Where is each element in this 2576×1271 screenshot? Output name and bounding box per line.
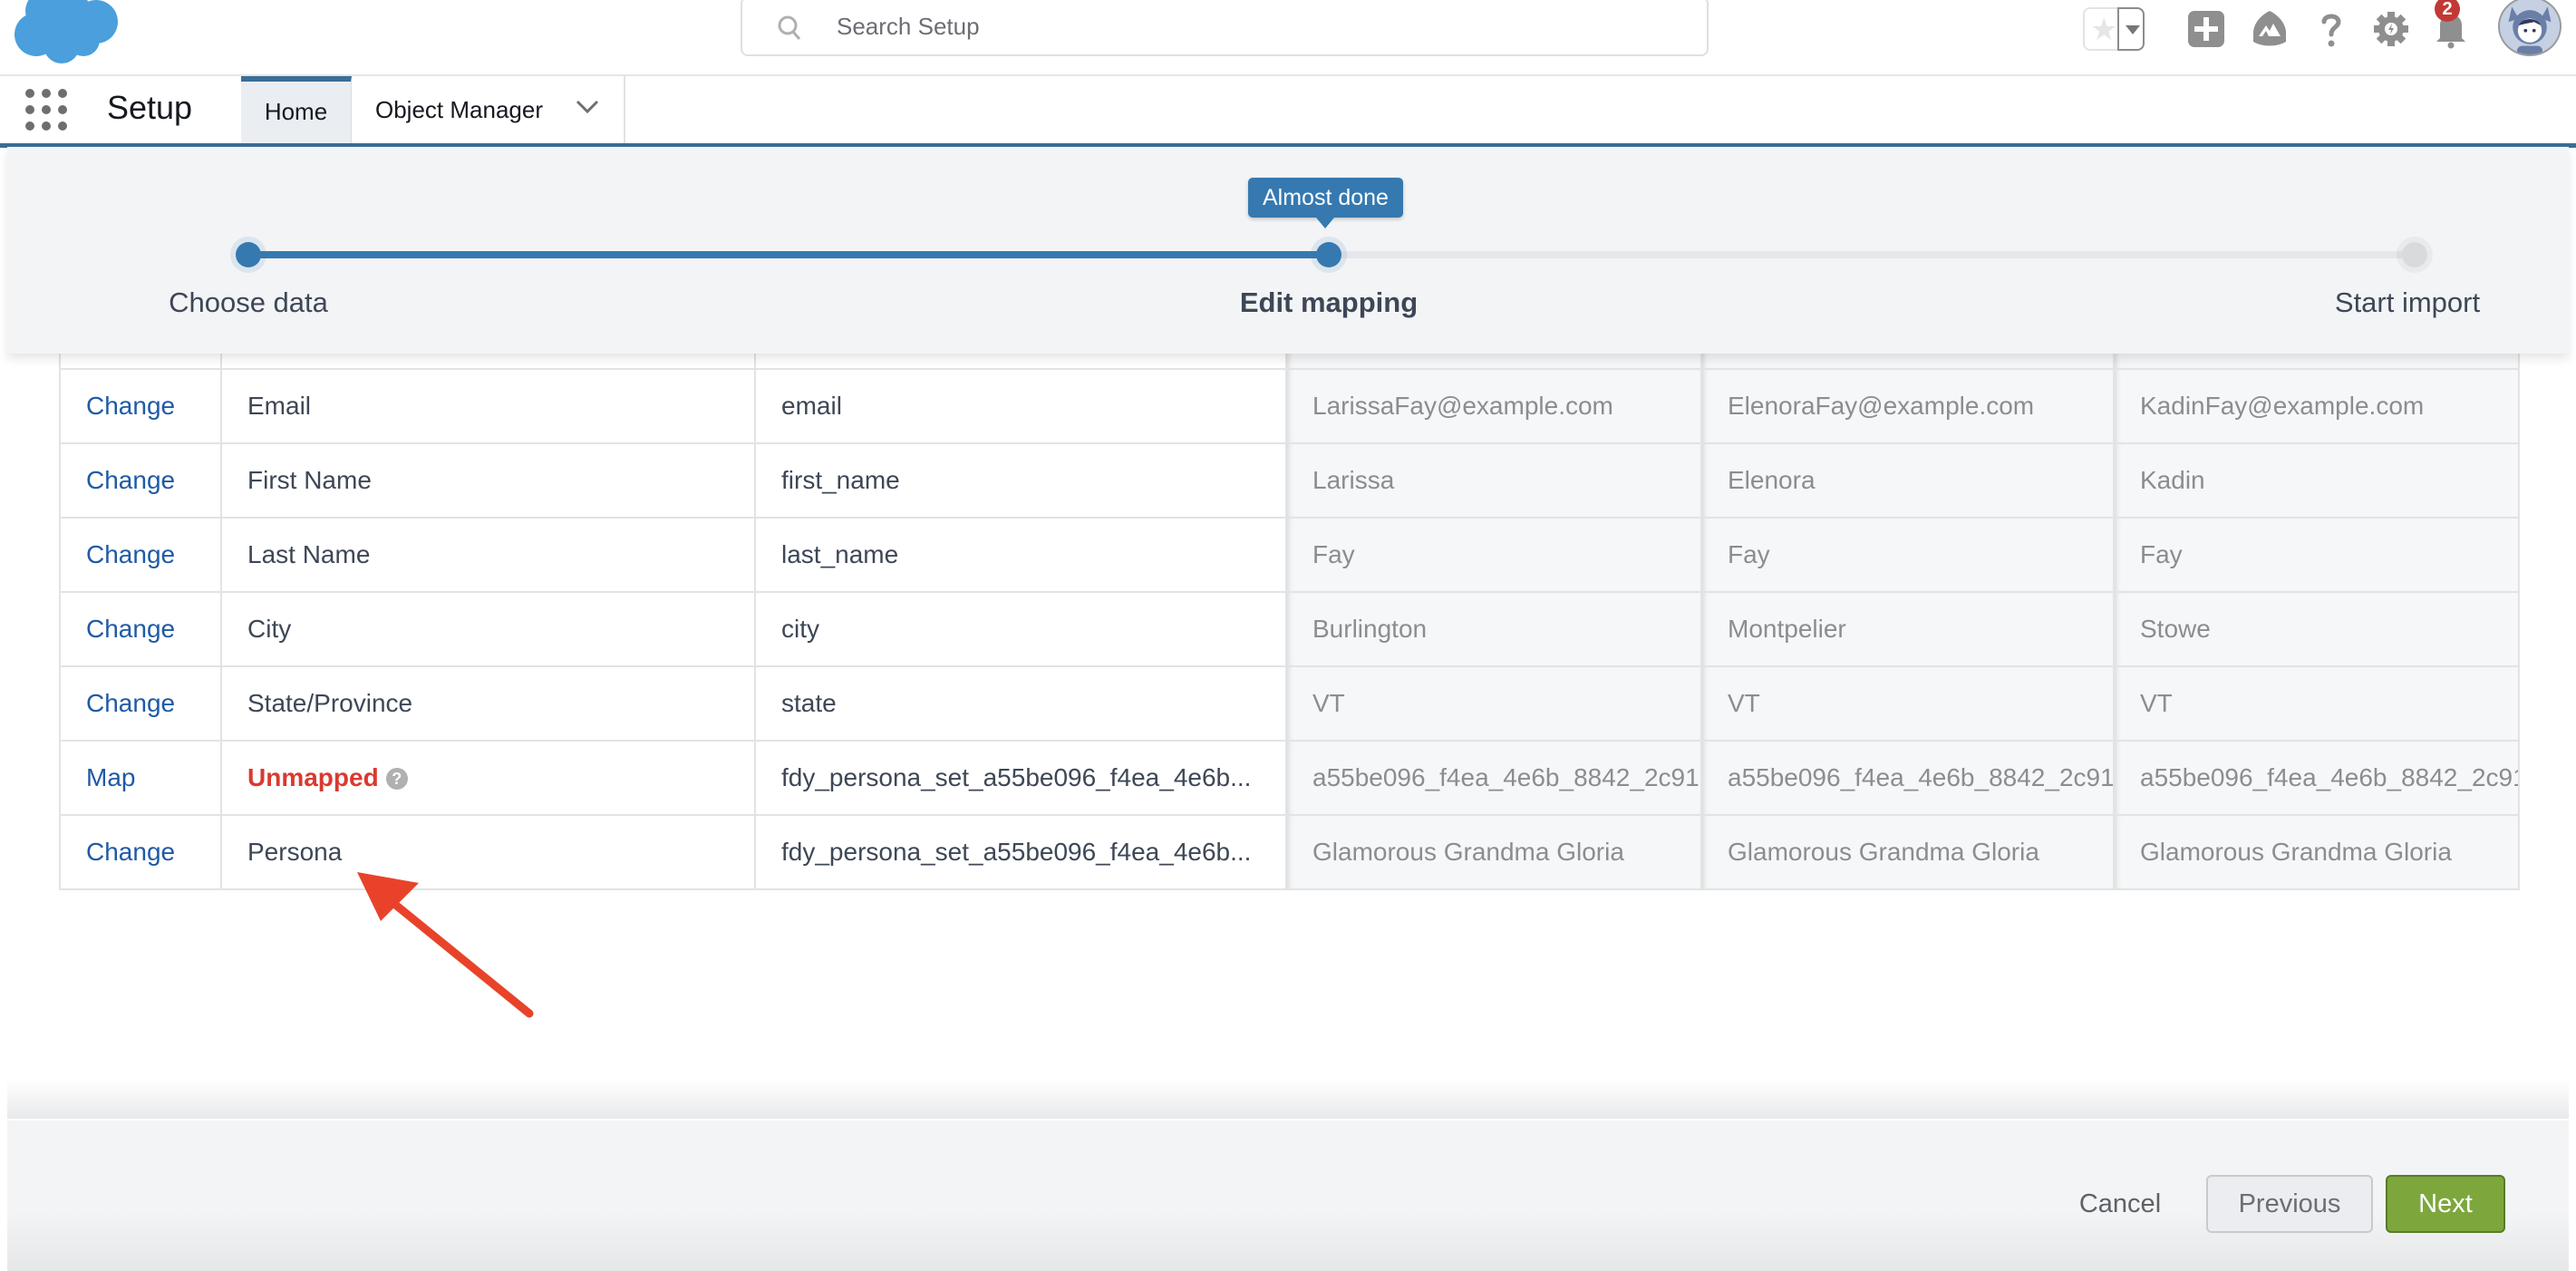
change-link[interactable]: Change (59, 814, 222, 890)
trailhead-icon[interactable] (2250, 9, 2290, 49)
preview-value-cell: Glamorous Grandma Gloria (1700, 814, 2115, 890)
salesforce-field-cell: State/Province (220, 665, 756, 742)
app-name: Setup (107, 89, 193, 126)
preview-value-cell: Fay (2113, 517, 2520, 593)
favorites-button[interactable]: ★ (2083, 7, 2145, 51)
step-dot-edit-mapping[interactable] (1316, 242, 1341, 267)
tab-object-manager[interactable]: Object Manager (352, 76, 625, 143)
preview-value-cell: Montpelier (1700, 591, 2115, 667)
favorites-dropdown-icon[interactable] (2117, 7, 2145, 51)
salesforce-field-cell: Last Name (220, 517, 756, 593)
help-icon[interactable] (2311, 9, 2351, 49)
step-label-start-import: Start import (2334, 286, 2481, 318)
field-name: Persona (247, 838, 343, 866)
progress-fill (248, 251, 1329, 258)
global-header: Search Setup ★ 2 (0, 0, 2576, 76)
csv-column-cell: fdy_persona_set_a55be096_f4ea_4e6b... (754, 814, 1287, 890)
salesforce-field-cell: First Name (220, 442, 756, 519)
user-avatar[interactable] (2498, 0, 2561, 56)
table-row: Change Email email LarissaFay@example.com El… (59, 368, 2520, 444)
progress-tooltip: Almost done (1248, 178, 1403, 228)
app-launcher-icon[interactable] (25, 89, 67, 131)
search-setup-input[interactable]: Search Setup (741, 0, 1709, 56)
preview-value-cell: VT (1700, 665, 2115, 742)
change-link[interactable]: Change (59, 665, 222, 742)
preview-value-cell: Glamorous Grandma Gloria (2113, 814, 2520, 890)
preview-value-cell: ElenoraFay@example.com (1700, 368, 2115, 444)
preview-value-cell: Stowe (2113, 591, 2520, 667)
map-link[interactable]: Map (59, 740, 222, 816)
preview-value-cell: Elenora (1700, 442, 2115, 519)
step-dot-start-import (2402, 242, 2427, 267)
step-label-choose-data: Choose data (169, 286, 328, 318)
preview-value-cell: VT (2113, 665, 2520, 742)
preview-value-cell: LarissaFay@example.com (1285, 368, 1702, 444)
field-name: City (247, 615, 292, 643)
preview-value-cell: Burlington (1285, 591, 1702, 667)
preview-value-cell: VT (1285, 665, 1702, 742)
header-utility-icons: ★ 2 (2083, 0, 2576, 60)
salesforce-field-cell: Unmapped? (220, 740, 756, 816)
csv-column-cell: fdy_persona_set_a55be096_f4ea_4e6b... (754, 740, 1287, 816)
search-icon (778, 15, 801, 40)
wizard-footer: Cancel Previous Next (7, 1121, 2569, 1271)
field-name: State/Province (247, 689, 413, 717)
footer-shadow (7, 1079, 2569, 1119)
table-row: Change City city Burlington Montpelier Stowe (59, 591, 2520, 667)
step-label-edit-mapping: Edit mapping (1239, 286, 1419, 318)
unmapped-label: Unmapped (247, 763, 379, 791)
csv-column-cell: last_name (754, 517, 1287, 593)
cancel-button[interactable]: Cancel (2070, 1175, 2170, 1233)
table-row: Map Unmapped? fdy_persona_set_a55be096_f4e… (59, 740, 2520, 816)
setup-gear-icon[interactable] (2371, 9, 2411, 49)
favorites-star-icon[interactable]: ★ (2090, 12, 2117, 48)
table-row: Change State/Province state VT VT VT (59, 665, 2520, 742)
field-name: First Name (247, 466, 372, 494)
csv-column-cell: email (754, 368, 1287, 444)
table-row: Change First Name first_name Larissa Elenora… (59, 442, 2520, 519)
preview-value-cell: Kadin (2113, 442, 2520, 519)
csv-column-cell: first_name (754, 442, 1287, 519)
help-icon[interactable]: ? (385, 768, 408, 790)
salesforce-field-cell: City (220, 591, 756, 667)
preview-value-cell: a55be096_f4ea_4e6b_8842_2c91 (1700, 740, 2115, 816)
preview-value-cell: KadinFay@example.com (2113, 368, 2520, 444)
global-actions-add-icon[interactable] (2186, 9, 2226, 49)
next-button[interactable]: Next (2386, 1175, 2505, 1233)
setup-nav-bar: Setup Home Object Manager (0, 76, 2576, 148)
search-placeholder: Search Setup (837, 13, 980, 40)
change-link[interactable]: Change (59, 442, 222, 519)
previous-button[interactable]: Previous (2206, 1175, 2373, 1233)
step-dot-choose-data[interactable] (236, 242, 261, 267)
annotation-arrow (357, 872, 534, 1018)
field-name: Email (247, 392, 312, 420)
tab-home[interactable]: Home (241, 76, 352, 143)
preview-value-cell: Fay (1285, 517, 1702, 593)
salesforce-field-cell: Email (220, 368, 756, 444)
preview-value-cell: Fay (1700, 517, 2115, 593)
change-link[interactable]: Change (59, 368, 222, 444)
field-name: Last Name (247, 540, 371, 568)
salesforce-logo[interactable] (9, 0, 120, 65)
preview-value-cell: Glamorous Grandma Gloria (1285, 814, 1702, 890)
tab-object-manager-label: Object Manager (375, 96, 543, 123)
preview-value-cell: Larissa (1285, 442, 1702, 519)
field-mapping-table: Change Email email LarissaFay@example.com El… (59, 344, 2520, 890)
table-row: Change Last Name last_name Fay Fay Fay (59, 517, 2520, 593)
import-progress-panel: Almost done Choose data Edit mapping Sta… (7, 147, 2569, 354)
chevron-down-icon[interactable] (575, 98, 600, 116)
change-link[interactable]: Change (59, 591, 222, 667)
change-link[interactable]: Change (59, 517, 222, 593)
csv-column-cell: city (754, 591, 1287, 667)
csv-column-cell: state (754, 665, 1287, 742)
preview-value-cell: a55be096_f4ea_4e6b_8842_2c91 (2113, 740, 2520, 816)
preview-value-cell: a55be096_f4ea_4e6b_8842_2c91 (1285, 740, 1702, 816)
